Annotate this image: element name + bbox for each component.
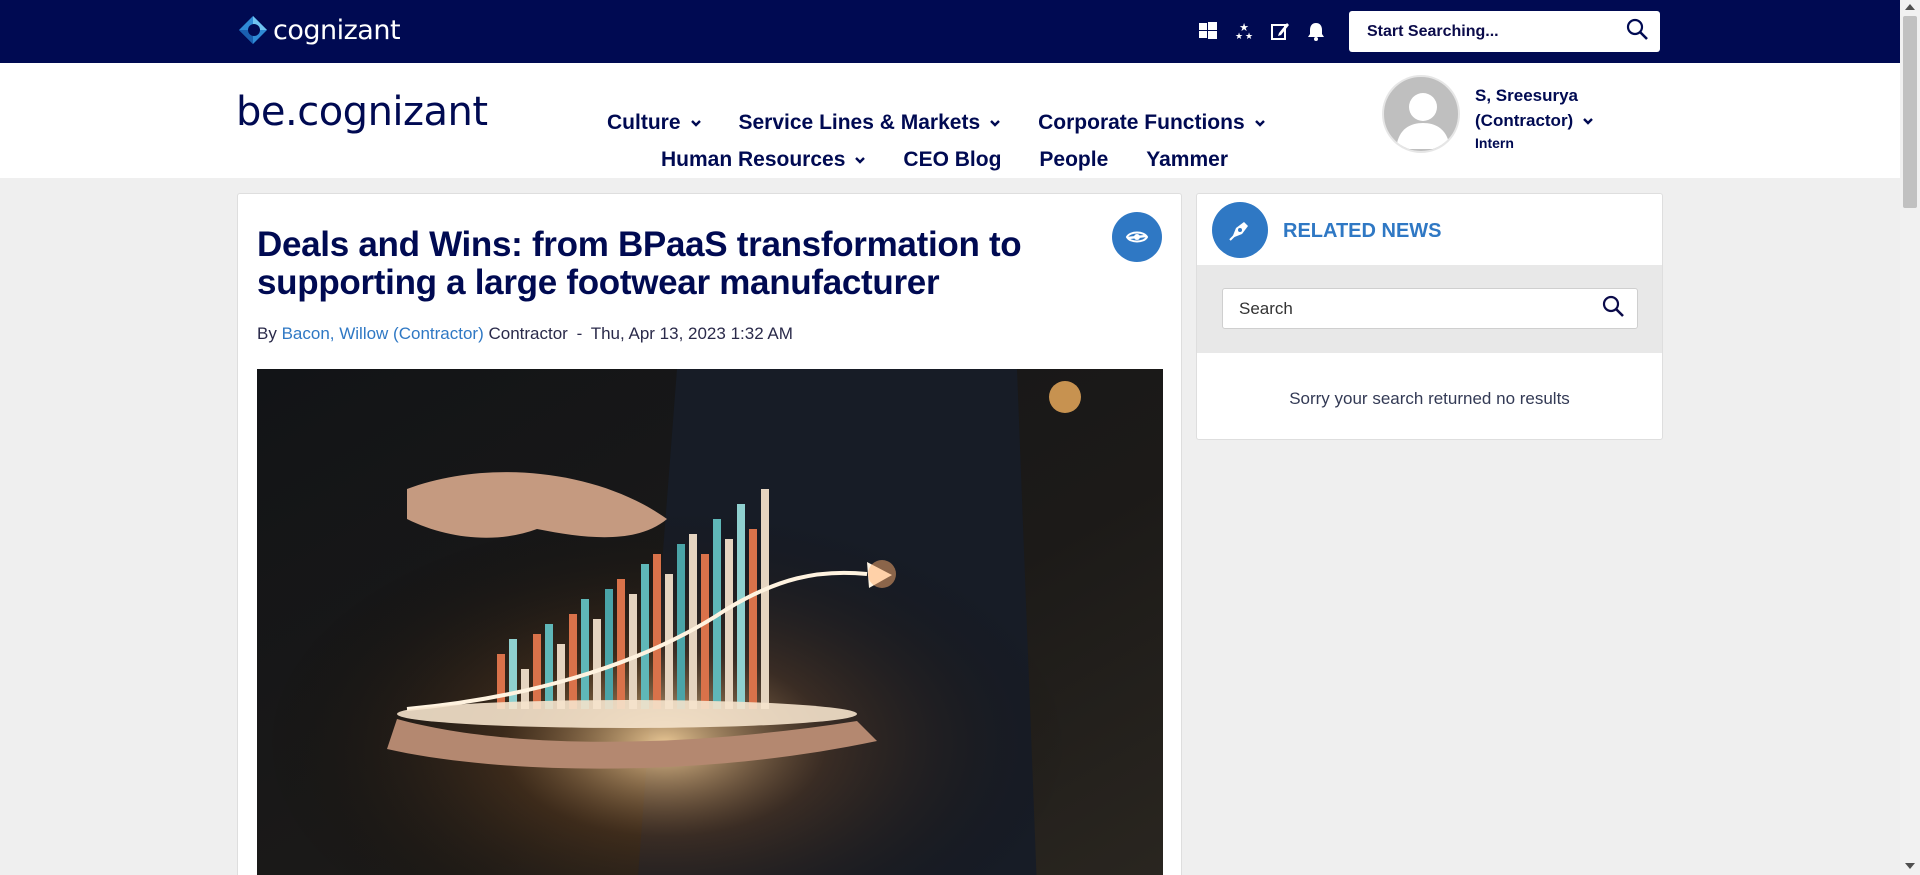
related-news-panel: RELATED NEWS Sorry your search returned …	[1196, 193, 1663, 440]
chevron-down-icon	[855, 157, 866, 164]
related-search-box	[1222, 288, 1638, 329]
author-type: Contractor	[488, 324, 568, 343]
nav-people[interactable]: People	[1039, 148, 1108, 172]
nav-ceo-blog[interactable]: CEO Blog	[903, 148, 1001, 172]
main-nav-row-1: Culture Service Lines & Markets Corporat…	[607, 111, 1303, 135]
chevron-down-icon	[990, 120, 1000, 127]
scroll-down-arrow-icon[interactable]	[1905, 863, 1915, 869]
cognizant-logo-icon	[237, 14, 269, 46]
nav-label: Yammer	[1146, 148, 1228, 171]
nav-yammer[interactable]: Yammer	[1146, 148, 1228, 172]
nav-label: Human Resources	[661, 148, 846, 171]
top-bar: cognizant ★ ★ ★	[0, 0, 1900, 63]
nav-service-lines-markets[interactable]: Service Lines & Markets	[739, 111, 1001, 135]
pen-icon	[1212, 202, 1268, 258]
cognizant-logo[interactable]: cognizant	[237, 14, 401, 46]
related-news-header: RELATED NEWS	[1197, 194, 1662, 265]
byline-prefix: By	[257, 324, 277, 343]
be-cognizant-brand[interactable]: be.cognizant	[236, 89, 488, 135]
no-results-message: Sorry your search returned no results	[1289, 389, 1570, 408]
search-icon[interactable]	[1626, 18, 1648, 45]
hero-illustration	[257, 369, 1163, 875]
windows-icon[interactable]	[1196, 19, 1219, 42]
global-search-input[interactable]	[1367, 22, 1626, 41]
hide-view-button[interactable]	[1112, 212, 1162, 262]
main-nav-row-2: Human Resources CEO Blog People Yammer	[661, 148, 1266, 172]
user-info: S, Sreesurya (Contractor) Intern	[1475, 83, 1594, 153]
article-card: Deals and Wins: from BPaaS transformatio…	[237, 193, 1182, 875]
avatar[interactable]	[1382, 75, 1460, 153]
svg-text:★: ★	[1244, 32, 1252, 41]
stars-icon[interactable]: ★ ★ ★	[1232, 19, 1255, 42]
bell-icon[interactable]	[1304, 19, 1327, 42]
nav-label: Service Lines & Markets	[738, 111, 981, 134]
author-link[interactable]: Bacon, Willow (Contractor)	[282, 324, 484, 343]
chevron-down-icon	[1254, 120, 1265, 127]
site-header: be.cognizant Culture Service Lines & Mar…	[0, 63, 1900, 178]
search-icon[interactable]	[1601, 294, 1625, 323]
edit-icon[interactable]	[1268, 19, 1291, 42]
nav-culture[interactable]: Culture	[607, 111, 701, 135]
default-user-icon	[1396, 93, 1450, 149]
related-search-area	[1197, 265, 1662, 353]
nav-label: CEO Blog	[903, 148, 1002, 171]
nav-label: People	[1039, 148, 1109, 171]
user-name-line2: (Contractor)	[1475, 111, 1574, 130]
related-news-title: RELATED NEWS	[1283, 220, 1442, 242]
chevron-down-icon	[1583, 117, 1594, 125]
nav-corporate-functions[interactable]: Corporate Functions	[1038, 111, 1265, 135]
byline: By Bacon, Willow (Contractor) Contractor…	[257, 324, 793, 344]
logo-text: cognizant	[273, 14, 401, 46]
related-search-input[interactable]	[1239, 298, 1601, 319]
user-menu[interactable]: S, Sreesurya (Contractor) Intern	[1382, 75, 1594, 153]
svg-text:★: ★	[1234, 32, 1242, 41]
publish-date: Thu, Apr 13, 2023 1:32 AM	[590, 324, 793, 343]
user-role: Intern	[1475, 135, 1514, 151]
article-title: Deals and Wins: from BPaaS transformatio…	[257, 225, 1022, 302]
chevron-down-icon	[690, 120, 701, 127]
user-name-line2-row[interactable]: (Contractor)	[1475, 108, 1594, 133]
page-scrollbar[interactable]	[1900, 0, 1920, 875]
byline-separator: -	[576, 324, 583, 343]
global-search	[1349, 11, 1660, 52]
top-icon-group: ★ ★ ★	[1196, 19, 1327, 42]
scroll-thumb[interactable]	[1903, 16, 1917, 208]
user-name-line1: S, Sreesurya	[1475, 86, 1579, 105]
nav-label: Corporate Functions	[1038, 111, 1245, 134]
nav-human-resources[interactable]: Human Resources	[661, 148, 866, 172]
scroll-up-arrow-icon[interactable]	[1905, 4, 1915, 10]
article-hero-image	[257, 369, 1163, 875]
nav-label: Culture	[607, 111, 681, 134]
eye-slash-icon	[1125, 231, 1149, 243]
